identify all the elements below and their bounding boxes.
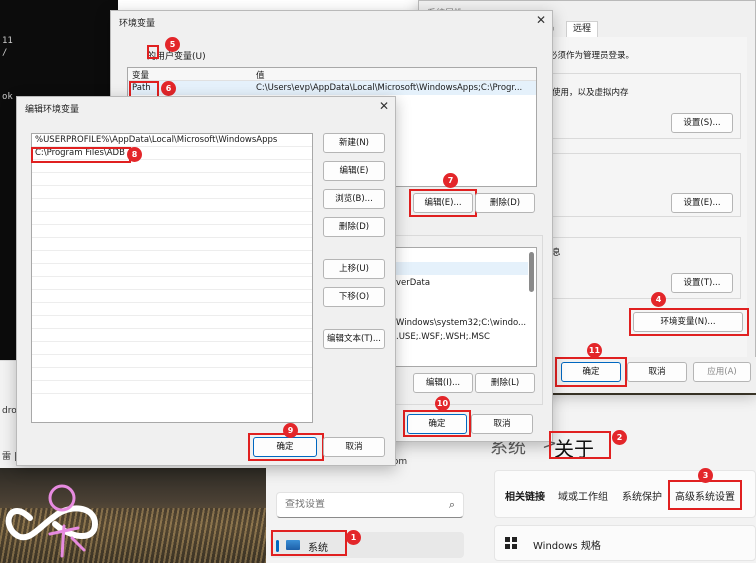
edit-text-button[interactable]: 编辑文本(T)... [323,329,385,349]
terminal-line: 11 [2,36,13,46]
performance-settings-button[interactable]: 设置(S)... [671,113,733,133]
move-down-button[interactable]: 下移(O) [323,287,385,307]
step-badge: 10 [435,396,450,411]
domain-workgroup-link[interactable]: 域或工作组 [558,488,608,503]
move-up-button[interactable]: 上移(U) [323,259,385,279]
close-icon[interactable]: ✕ [536,13,546,27]
step-badge: 3 [698,468,713,483]
cancel-button[interactable]: 取消 [627,362,687,382]
terminal-line: ok [2,92,13,102]
step-badge: 2 [612,430,627,445]
browse-button[interactable]: 浏览(B)... [323,189,385,209]
table-row[interactable]: Path C:\Users\evp\AppData\Local\Microsof… [128,81,536,95]
column-header-variable: 变量 [132,71,150,81]
variable-value: .USE;.WSF;.WSH;.MSC [396,332,490,342]
step-badge: 9 [283,423,298,438]
variable-value: Windows\system32;C:\windo... [396,318,527,328]
path-entries-list[interactable]: %USERPROFILE%\AppData\Local\Microsoft\Wi… [31,133,313,423]
step-badge: 8 [127,147,142,162]
related-links-heading: 相关链接 [505,492,545,503]
highlight-box [629,308,749,336]
windows-spec-row[interactable]: Windows 规格 [494,525,756,561]
step-badge: 6 [161,81,176,96]
list-header: 变量 值 [128,68,536,81]
step-badge: 11 [587,343,602,358]
step-badge: 1 [346,530,361,545]
close-icon[interactable]: ✕ [379,99,389,113]
startup-settings-button[interactable]: 设置(T)... [671,273,733,293]
dialog-title: 环境变量 [119,19,156,29]
delete-system-variable-button[interactable]: 删除(L) [475,373,535,393]
admin-notice: 必须作为管理员登录。 [549,51,635,61]
step-badge: 5 [165,37,180,52]
step-badge: 4 [651,292,666,307]
windows-logo-icon [505,537,517,549]
edit-system-variable-button[interactable]: 编辑(I)... [413,373,473,393]
search-icon: ⌕ [448,498,455,511]
tab-remote[interactable]: 远程 [566,21,598,37]
variable-value: C:\Users\evp\AppData\Local\Microsoft\Win… [256,83,523,93]
highlight-box [403,410,471,437]
step-badge: 7 [443,173,458,188]
variable-value: verData [396,278,431,288]
highlight-box [549,431,611,459]
search-input[interactable] [285,499,435,510]
delete-user-variable-button[interactable]: 删除(D) [475,193,535,213]
list-item[interactable]: %USERPROFILE%\AppData\Local\Microsoft\Wi… [32,134,312,147]
terminal-line: / [2,48,8,58]
scrollbar-thumb[interactable] [529,252,534,292]
windows-spec-label: Windows 规格 [533,541,601,552]
highlight-box [271,530,347,556]
edit-environment-variable-dialog: 编辑环境变量 ✕ %USERPROFILE%\AppData\Local\Mic… [16,96,396,466]
startup-description: 息 [552,248,561,258]
search-field[interactable]: ⌕ [276,492,464,518]
highlight-box [409,189,477,217]
wallpaper-photo [0,468,268,563]
cancel-button[interactable]: 取消 [323,437,385,457]
infinity-logo-icon [5,484,99,558]
highlight-box [31,147,131,163]
highlight-box [248,433,324,461]
new-button[interactable]: 新建(N) [323,133,385,153]
dialog-title: 编辑环境变量 [25,105,80,115]
performance-description: 使用，以及虚拟内存 [552,88,629,98]
column-header-value: 值 [256,71,265,81]
delete-button[interactable]: 删除(D) [323,217,385,237]
edit-button[interactable]: 编辑(E) [323,161,385,181]
highlight-box [668,480,742,510]
apply-button[interactable]: 应用(A) [693,362,751,382]
highlight-box [555,357,627,387]
system-protection-link[interactable]: 系统保护 [622,488,662,503]
highlight-box [147,45,159,59]
cancel-button[interactable]: 取消 [471,414,533,434]
profile-settings-button[interactable]: 设置(E)... [671,193,733,213]
